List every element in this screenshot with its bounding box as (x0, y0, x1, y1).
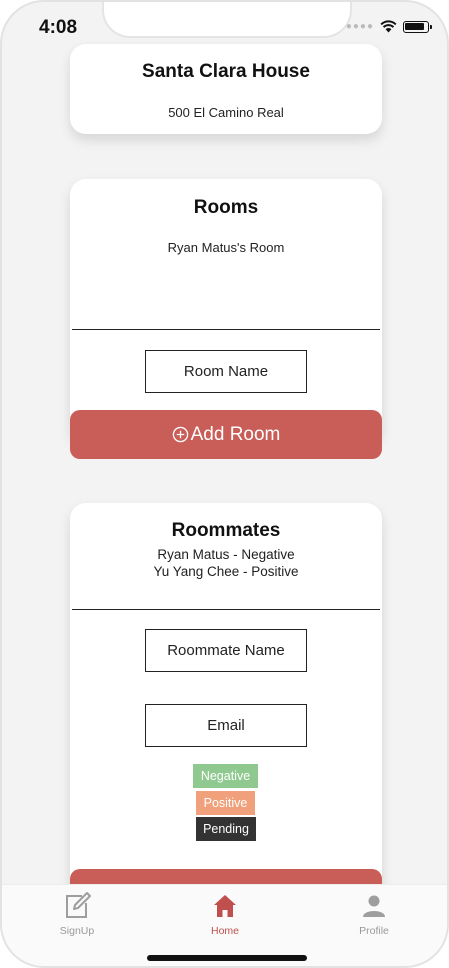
wifi-icon (380, 20, 397, 33)
rooms-title: Rooms (193, 197, 259, 218)
tab-label-signup: SignUp (59, 925, 95, 937)
email-input[interactable] (145, 704, 307, 747)
phone-screen: 4:08 ●●●● Santa Clara House 500 El Camin… (0, 0, 449, 968)
roommate-name-input[interactable] (145, 629, 307, 672)
add-room-label: Add Room (190, 423, 281, 445)
tab-label-profile: Profile (359, 925, 389, 937)
home-icon (214, 895, 236, 917)
edit-icon (66, 892, 91, 918)
tab-home[interactable]: Home (180, 891, 270, 937)
home-indicator (147, 955, 307, 961)
add-room-button[interactable]: Add Room (70, 410, 382, 459)
person-icon (363, 895, 385, 917)
plus-circle-icon (172, 426, 188, 443)
roommates-divider (72, 609, 380, 610)
tab-signup[interactable]: SignUp (32, 891, 122, 937)
rooms-list: Ryan Matus's Room (70, 240, 382, 255)
tab-profile[interactable]: Profile (329, 891, 419, 937)
roommate-item[interactable]: Yu Yang Chee - Positive (70, 564, 382, 579)
rooms-divider (72, 329, 380, 330)
roommates-title: Roommates (171, 520, 281, 541)
house-card: Santa Clara House 500 El Camino Real (70, 44, 382, 134)
house-address: 500 El Camino Real (168, 105, 284, 120)
status-time: 4:08 (39, 17, 78, 38)
tab-label-home: Home (210, 925, 239, 937)
signal-icon: ●●●● (345, 21, 374, 32)
roommate-item[interactable]: Ryan Matus - Negative (70, 547, 382, 562)
roommates-card: Roommates Ryan Matus - Negative Yu Yang … (70, 503, 382, 923)
battery-icon (403, 20, 432, 33)
status-option-pending[interactable]: Pending (196, 817, 256, 841)
house-name: Santa Clara House (142, 61, 310, 82)
room-name-input[interactable] (145, 350, 307, 393)
status-option-negative[interactable]: Negative (193, 764, 258, 788)
status-icons: ●●●● (345, 20, 432, 33)
device-notch (102, 2, 352, 38)
room-item[interactable]: Ryan Matus's Room (70, 240, 382, 255)
rooms-card: Rooms Ryan Matus's Room (70, 179, 382, 441)
status-option-positive[interactable]: Positive (196, 791, 255, 815)
